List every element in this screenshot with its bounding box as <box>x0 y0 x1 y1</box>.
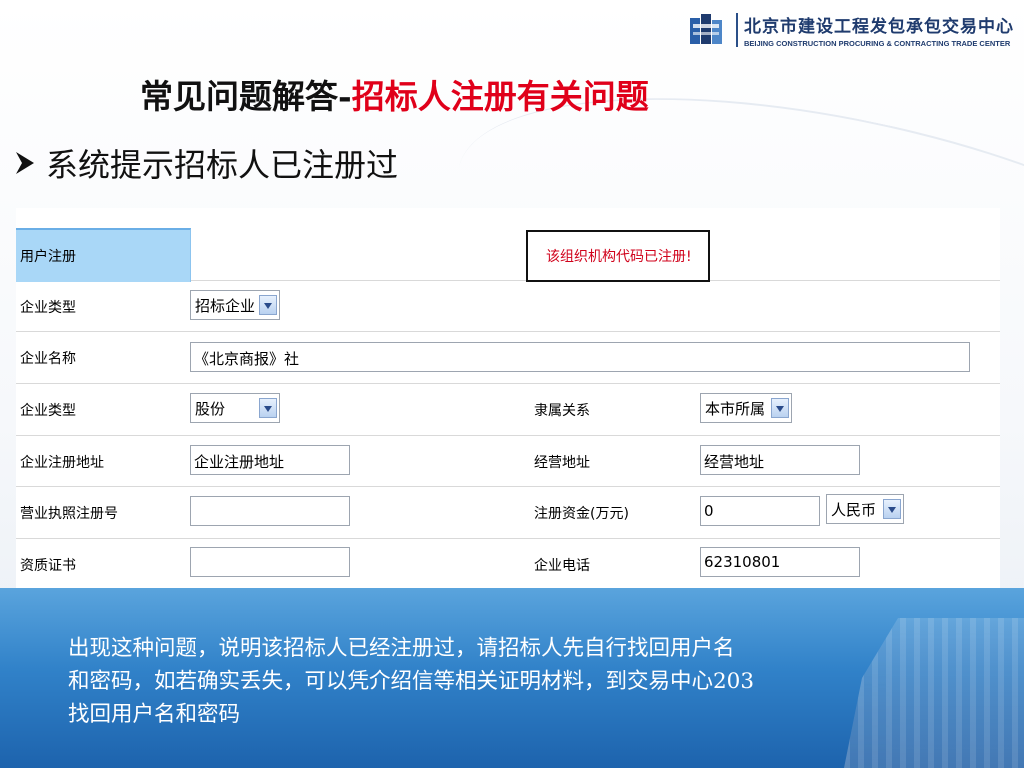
company-type-select[interactable]: 股份 <box>190 393 280 423</box>
affiliation-label: 隶属关系 <box>534 403 590 419</box>
capital-input[interactable]: 0 <box>700 496 820 526</box>
bullet-point: 系统提示招标人已注册过 <box>14 140 398 186</box>
registration-form: 用户注册 该组织机构代码已注册! 企业类型 招标企业 企业名称 《北京商报》社 … <box>16 208 1000 592</box>
slide-title: 常见问题解答-招标人注册有关问题 <box>140 70 649 118</box>
phone-value: 62310801 <box>704 553 781 571</box>
logo-mark-icon <box>688 12 724 48</box>
trade-center-logo: 北京市建设工程发包承包交易中心 BEIJING CONSTRUCTION PRO… <box>688 10 1014 50</box>
chevron-down-icon[interactable] <box>771 398 789 418</box>
title-topic: 招标人注册有关问题 <box>351 77 649 116</box>
logo-name-cn: 北京市建设工程发包承包交易中心 <box>744 17 1014 37</box>
biz-address-input[interactable]: 经营地址 <box>700 445 860 475</box>
form-row-addresses: 企业注册地址 企业注册地址 经营地址 经营地址 <box>16 436 1000 487</box>
license-label: 营业执照注册号 <box>20 506 118 522</box>
enterprise-type-select[interactable]: 招标企业 <box>190 290 280 320</box>
title-faq: 常见问题解答- <box>140 77 352 116</box>
form-row-company-type: 企业类型 股份 隶属关系 本市所属 <box>16 384 1000 436</box>
enterprise-type-value: 招标企业 <box>195 297 256 315</box>
biz-address-value: 经营地址 <box>704 453 765 471</box>
bullet-arrow-icon <box>16 152 34 174</box>
biz-address-label: 经营地址 <box>534 455 590 471</box>
cert-input[interactable] <box>190 547 350 577</box>
currency-value: 人民币 <box>831 501 877 519</box>
license-input[interactable] <box>190 496 350 526</box>
header-cell: 用户注册 <box>16 228 191 282</box>
phone-input[interactable]: 62310801 <box>700 547 860 577</box>
error-message: 该组织机构代码已注册! <box>546 249 692 265</box>
company-type-value: 股份 <box>195 400 226 418</box>
currency-select[interactable]: 人民币 <box>826 494 904 524</box>
explanation-text: 出现这种问题，说明该招标人已经注册过，请招标人先自行找回用户名 和密码，如若确实… <box>68 632 968 731</box>
explanation-line-3: 找回用户名和密码 <box>68 702 241 727</box>
reg-address-label: 企业注册地址 <box>20 455 104 471</box>
explanation-line-2: 和密码，如若确实丢失，可以凭介绍信等相关证明材料，到交易中心203 <box>68 669 755 694</box>
error-message-box: 该组织机构代码已注册! <box>526 230 710 282</box>
logo-text: 北京市建设工程发包承包交易中心 BEIJING CONSTRUCTION PRO… <box>744 12 1014 48</box>
chevron-down-icon[interactable] <box>883 499 901 519</box>
reg-address-input[interactable]: 企业注册地址 <box>190 445 350 475</box>
logo-name-en: BEIJING CONSTRUCTION PROCURING & CONTRAC… <box>744 39 1011 48</box>
bullet-text: 系统提示招标人已注册过 <box>46 146 399 184</box>
logo-divider <box>736 13 738 47</box>
reg-address-value: 企业注册地址 <box>194 453 285 471</box>
affiliation-select[interactable]: 本市所属 <box>700 393 792 423</box>
form-row-license-capital: 营业执照注册号 注册资金(万元) 0 人民币 <box>16 487 1000 539</box>
capital-value: 0 <box>704 502 714 520</box>
enterprise-name-value: 《北京商报》社 <box>194 350 300 368</box>
capital-label: 注册资金(万元) <box>534 506 629 522</box>
affiliation-value: 本市所属 <box>705 400 766 418</box>
chevron-down-icon[interactable] <box>259 398 277 418</box>
chevron-down-icon[interactable] <box>259 295 277 315</box>
cert-label: 资质证书 <box>20 558 76 574</box>
header-label: 用户注册 <box>20 249 76 265</box>
explanation-line-1: 出现这种问题，说明该招标人已经注册过，请招标人先自行找回用户名 <box>68 636 735 661</box>
form-row-enterprise-name: 企业名称 《北京商报》社 <box>16 332 1000 384</box>
enterprise-name-label: 企业名称 <box>20 351 76 367</box>
form-row-cert-phone: 资质证书 企业电话 62310801 <box>16 539 1000 590</box>
form-row-enterprise-type: 企业类型 招标企业 <box>16 281 1000 332</box>
phone-label: 企业电话 <box>534 558 590 574</box>
company-type-label: 企业类型 <box>20 403 76 419</box>
enterprise-type-label: 企业类型 <box>20 300 76 316</box>
form-header-row: 用户注册 该组织机构代码已注册! <box>16 208 1000 282</box>
enterprise-name-input[interactable]: 《北京商报》社 <box>190 342 970 372</box>
